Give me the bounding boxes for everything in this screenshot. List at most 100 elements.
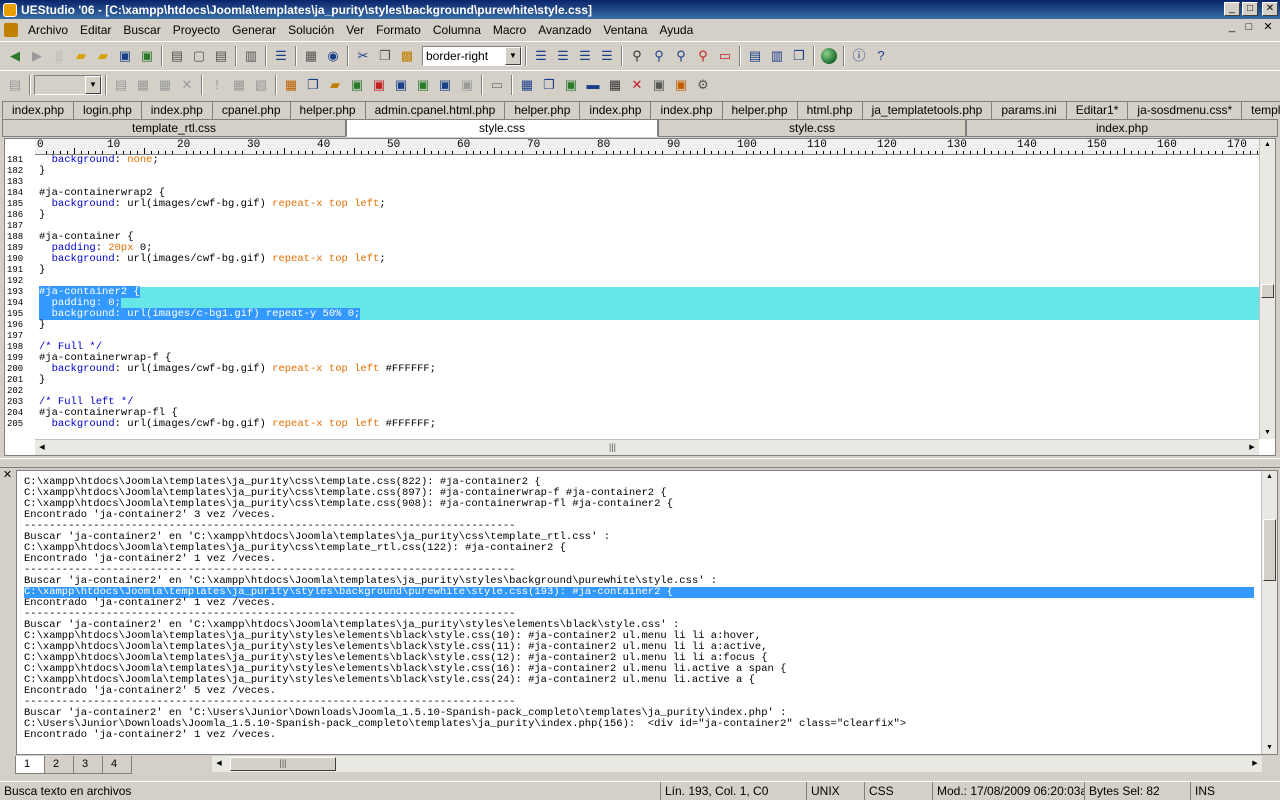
file-tab[interactable]: params.ini: [991, 101, 1067, 119]
menu-archivo[interactable]: Archivo: [22, 21, 74, 39]
code-editor[interactable]: 0 10 20 30 40 50 60 70 80 90 100 110 120 130 140 150 160…: [4, 138, 1276, 456]
align-right-icon[interactable]: ☰: [575, 46, 595, 66]
info-icon[interactable]: ⓘ: [849, 46, 869, 66]
chevron-down-icon[interactable]: ▼: [505, 46, 521, 65]
tab-style-css-active[interactable]: style.css: [346, 119, 658, 137]
code-line[interactable]: background: url(images/cwf-bg.gif) repea…: [39, 364, 1259, 375]
code-area[interactable]: background: none;}​#ja-containerwrap2 { …: [39, 155, 1259, 431]
settings-icon[interactable]: ⚙: [693, 75, 713, 95]
find-icon[interactable]: ⚲: [627, 46, 647, 66]
scroll-down-arrow-icon[interactable]: ▼: [1262, 742, 1277, 754]
open-folder-icon[interactable]: ▰: [71, 46, 91, 66]
new-file-icon[interactable]: ▯: [49, 46, 69, 66]
code-line[interactable]: }: [39, 375, 1259, 386]
sync-icon[interactable]: ▣: [413, 75, 433, 95]
print-icon[interactable]: ▤: [167, 46, 187, 66]
file-tab[interactable]: admin.cpanel.html.php: [364, 101, 506, 119]
search-results[interactable]: C:\xampp\htdocs\Joomla\templates\ja_puri…: [24, 477, 1254, 752]
mdi-restore-button[interactable]: □: [1241, 22, 1257, 36]
tag-list-icon[interactable]: ▣: [561, 75, 581, 95]
file-tab[interactable]: html.php: [796, 101, 863, 119]
file-tab[interactable]: template.css: [1241, 101, 1280, 119]
menu-formato[interactable]: Formato: [370, 21, 427, 39]
scroll-grip-icon[interactable]: |||: [609, 442, 616, 452]
menu-columna[interactable]: Columna: [427, 21, 487, 39]
align-center-icon[interactable]: ☰: [553, 46, 573, 66]
save-all-icon[interactable]: ▣: [137, 46, 157, 66]
code-line[interactable]: #ja-container {: [39, 232, 1259, 243]
editor-vertical-scrollbar[interactable]: ▲ ▼: [1259, 139, 1275, 439]
code-line[interactable]: ​: [39, 331, 1259, 342]
file-tab[interactable]: Editar1*: [1065, 101, 1129, 119]
menu-avanzado[interactable]: Avanzado: [532, 21, 597, 39]
document-icon[interactable]: [4, 23, 18, 37]
ftp-open-icon[interactable]: ▣: [347, 75, 367, 95]
code-line[interactable]: background: url(images/cwf-bg.gif) repea…: [39, 419, 1259, 430]
output-tab-2[interactable]: 2: [44, 756, 74, 774]
web-browser-icon[interactable]: [819, 46, 839, 66]
table-icon[interactable]: ▦: [517, 75, 537, 95]
scroll-thumb[interactable]: |||: [230, 757, 336, 771]
scroll-down-arrow-icon[interactable]: ▼: [1260, 427, 1275, 439]
search-result-line[interactable]: Encontrado 'ja-container2' 1 vez /veces.: [24, 730, 1254, 741]
script-icon[interactable]: ▦: [281, 75, 301, 95]
mdi-close-button[interactable]: ✕: [1260, 22, 1276, 36]
code-line[interactable]: background: url(images/c-bg1.gif) repeat…: [39, 308, 1259, 320]
browser-view-icon[interactable]: ◉: [323, 46, 343, 66]
help-icon[interactable]: ?: [871, 46, 891, 66]
file-tab[interactable]: index.php: [650, 101, 723, 119]
id-icon[interactable]: ▬: [583, 75, 603, 95]
back-arrow-icon[interactable]: ◀: [5, 46, 25, 66]
menu-ventana[interactable]: Ventana: [597, 21, 653, 39]
tab-style-css[interactable]: style.css: [658, 119, 966, 137]
scroll-left-arrow-icon[interactable]: ◀: [35, 440, 49, 455]
find-next-icon[interactable]: ⚲: [649, 46, 669, 66]
copy-file-path-icon[interactable]: ❐: [303, 75, 323, 95]
scroll-thumb[interactable]: [1261, 284, 1274, 298]
file-tab[interactable]: ja_templatetools.php: [861, 101, 993, 119]
tools-icon[interactable]: ✕: [627, 75, 647, 95]
find-in-files-icon[interactable]: ▭: [715, 46, 735, 66]
ftp-browse-icon[interactable]: ▣: [391, 75, 411, 95]
file-tab[interactable]: helper.php: [721, 101, 798, 119]
status-line-ending[interactable]: UNIX: [806, 782, 864, 800]
menu-ver[interactable]: Ver: [340, 21, 370, 39]
split-vertical-icon[interactable]: ▥: [767, 46, 787, 66]
menu-proyecto[interactable]: Proyecto: [167, 21, 226, 39]
code-line[interactable]: ​: [39, 221, 1259, 232]
scroll-thumb[interactable]: [1263, 519, 1276, 581]
code-line[interactable]: ​: [39, 386, 1259, 397]
paste-icon[interactable]: ▩: [397, 46, 417, 66]
code-line[interactable]: /* Full */: [39, 342, 1259, 353]
output-panel[interactable]: C:\xampp\htdocs\Joomla\templates\ja_puri…: [16, 470, 1278, 755]
document-list-icon[interactable]: ▥: [241, 46, 261, 66]
code-line[interactable]: }: [39, 166, 1259, 177]
numbering-icon[interactable]: ▦: [605, 75, 625, 95]
output-vertical-scrollbar[interactable]: ▲ ▼: [1261, 471, 1277, 754]
app-icon[interactable]: [3, 2, 17, 17]
file-tab[interactable]: index.php: [579, 101, 652, 119]
file-tab[interactable]: index.php: [140, 101, 213, 119]
align-justify-icon[interactable]: ☰: [597, 46, 617, 66]
menu-buscar[interactable]: Buscar: [117, 21, 166, 39]
status-syntax[interactable]: CSS: [864, 782, 932, 800]
menu-macro[interactable]: Macro: [487, 21, 532, 39]
word-wrap-icon[interactable]: ☰: [271, 46, 291, 66]
panel-splitter[interactable]: [0, 458, 1280, 468]
align-left-icon[interactable]: ☰: [531, 46, 551, 66]
menu-editar[interactable]: Editar: [74, 21, 117, 39]
print-preview-icon[interactable]: ▢: [189, 46, 209, 66]
code-line[interactable]: background: url(images/cwf-bg.gif) repea…: [39, 254, 1259, 265]
forward-arrow-icon[interactable]: ▶: [27, 46, 47, 66]
code-line[interactable]: background: none;: [39, 155, 1259, 166]
compare-icon[interactable]: ▣: [435, 75, 455, 95]
menu-generar[interactable]: Generar: [226, 21, 282, 39]
minimize-button[interactable]: _: [1224, 2, 1240, 16]
cut-icon[interactable]: ✂: [353, 46, 373, 66]
close-button[interactable]: ✕: [1262, 2, 1278, 16]
css-property-select[interactable]: border-right ▼: [422, 45, 522, 66]
tab-index-php[interactable]: index.php: [966, 119, 1278, 137]
code-line[interactable]: #ja-container2 {: [39, 286, 1259, 298]
code-line[interactable]: background: url(images/cwf-bg.gif) repea…: [39, 199, 1259, 210]
scroll-up-arrow-icon[interactable]: ▲: [1262, 471, 1277, 483]
